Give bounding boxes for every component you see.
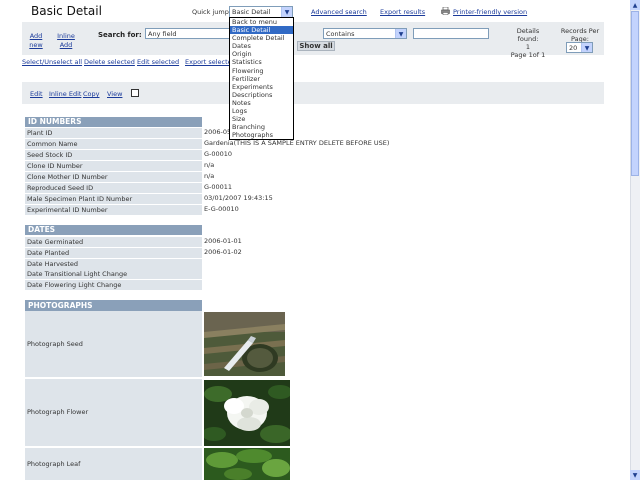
- value-date-planted: 2006-01-02: [204, 248, 242, 256]
- chevron-down-icon[interactable]: ▼: [395, 29, 406, 38]
- dropdown-option[interactable]: Notes: [230, 99, 293, 107]
- quick-jump-value: Basic Detail: [232, 8, 271, 16]
- show-all-button[interactable]: Show all: [297, 41, 335, 51]
- dropdown-option[interactable]: Photographs: [230, 131, 293, 139]
- scroll-up-icon[interactable]: ▲: [630, 0, 640, 10]
- label-date-harvested: Date Harvested: [25, 259, 202, 269]
- value-clone-id: n/a: [204, 161, 215, 169]
- copy-link[interactable]: Copy: [83, 90, 100, 98]
- label-date-flowering: Date Flowering Light Change: [25, 280, 202, 290]
- dropdown-option[interactable]: Size: [230, 115, 293, 123]
- details-found-count: 1: [525, 43, 531, 51]
- label-photograph-seed: Photograph Seed: [25, 311, 202, 377]
- label-seed-stock-id: Seed Stock ID: [25, 150, 202, 160]
- label-clone-id: Clone ID Number: [25, 161, 202, 171]
- label-date-transitional: Date Transitional Light Change: [25, 269, 202, 279]
- leaf-photo[interactable]: [204, 448, 290, 480]
- record-checkbox[interactable]: [131, 89, 139, 97]
- label-clone-mother-id: Clone Mother ID Number: [25, 172, 202, 182]
- inline-add-link[interactable]: Inline Add: [56, 32, 76, 50]
- printer-friendly-link[interactable]: Printer-friendly version: [453, 8, 527, 16]
- label-reproduced-seed-id: Reproduced Seed ID: [25, 183, 202, 193]
- search-input[interactable]: [413, 28, 489, 39]
- label-date-germinated: Date Germinated: [25, 237, 202, 247]
- dropdown-option[interactable]: Branching: [230, 123, 293, 131]
- label-common-name: Common Name: [25, 139, 202, 149]
- label-male-specimen-id: Male Specimen Plant ID Number: [25, 194, 202, 204]
- chevron-down-icon[interactable]: ▼: [581, 43, 592, 52]
- label-photograph-flower: Photograph Flower: [25, 379, 202, 446]
- quick-jump-dropdown[interactable]: Back to menu Basic Detail Complete Detai…: [229, 17, 294, 140]
- delete-selected-link[interactable]: Delete selected: [84, 58, 135, 66]
- page-title: Basic Detail: [31, 4, 102, 18]
- advanced-search-link[interactable]: Advanced search: [311, 8, 367, 16]
- section-header-dates: DATES: [25, 225, 202, 235]
- value-male-specimen-id: 03/01/2007 19:43:15: [204, 194, 273, 202]
- label-date-planted: Date Planted: [25, 248, 202, 258]
- records-per-page-value: 20: [569, 44, 578, 52]
- details-found-info: Details found: 1 Page 1of 1: [506, 27, 550, 59]
- search-operator-value: Contains: [326, 30, 355, 38]
- dropdown-option[interactable]: Dates: [230, 42, 293, 50]
- seed-photo[interactable]: [204, 312, 285, 376]
- dropdown-option[interactable]: Flowering: [230, 67, 293, 75]
- edit-link[interactable]: Edit: [30, 90, 43, 98]
- dropdown-option[interactable]: Complete Detail: [230, 34, 293, 42]
- scroll-down-icon[interactable]: ▼: [630, 470, 640, 480]
- quick-jump-label: Quick jump:: [192, 8, 232, 16]
- dropdown-option[interactable]: Fertilizer: [230, 75, 293, 83]
- inline-edit-link[interactable]: Inline Edit: [49, 90, 81, 98]
- add-new-link[interactable]: Add new: [28, 32, 44, 50]
- value-reproduced-seed-id: G-00011: [204, 183, 233, 191]
- value-clone-mother-id: n/a: [204, 172, 215, 180]
- export-results-link[interactable]: Export results: [380, 8, 425, 16]
- inline-add-line-2: Add: [59, 41, 73, 49]
- flower-photo[interactable]: [204, 380, 290, 446]
- search-for-label: Search for:: [98, 31, 142, 39]
- search-field-value: Any field: [148, 30, 177, 38]
- inline-add-line-1: Inline: [57, 32, 75, 40]
- label-plant-id: Plant ID: [25, 128, 202, 138]
- chevron-down-icon[interactable]: ▼: [281, 7, 292, 17]
- dropdown-option-selected[interactable]: Basic Detail: [230, 26, 293, 35]
- dropdown-option[interactable]: Descriptions: [230, 91, 293, 99]
- value-plant-id: 2006-05: [204, 128, 232, 136]
- add-new-line-1: Add: [29, 32, 43, 40]
- records-per-page-select[interactable]: 20 ▼: [566, 42, 593, 53]
- edit-selected-link[interactable]: Edit selected: [137, 58, 179, 66]
- dropdown-option[interactable]: Experiments: [230, 83, 293, 91]
- records-per-page-label: Records Per Page:: [558, 27, 602, 43]
- scrollbar-thumb[interactable]: [631, 11, 639, 176]
- label-photograph-leaf: Photograph Leaf: [25, 448, 202, 480]
- select-unselect-all-link[interactable]: Select/Unselect all: [22, 58, 82, 66]
- dropdown-option[interactable]: Statistics: [230, 58, 293, 66]
- value-common-name: Gardenia(THIS IS A SAMPLE ENTRY DELETE B…: [204, 139, 390, 147]
- dropdown-option[interactable]: Origin: [230, 50, 293, 58]
- records-per-page-line-1: Records Per: [560, 27, 600, 35]
- section-header-id-numbers: ID NUMBERS: [25, 117, 202, 127]
- page-indicator: Page 1of 1: [510, 51, 546, 59]
- add-new-line-2: new: [29, 41, 43, 49]
- printer-icon[interactable]: [441, 7, 450, 15]
- value-experimental-id: E-G-00010: [204, 205, 239, 213]
- value-date-germinated: 2006-01-01: [204, 237, 242, 245]
- value-seed-stock-id: G-00010: [204, 150, 233, 158]
- search-operator-select[interactable]: Contains ▼: [323, 28, 407, 39]
- section-header-photographs: PHOTOGRAPHS: [25, 300, 202, 311]
- dropdown-option[interactable]: Back to menu: [230, 18, 293, 26]
- view-link[interactable]: View: [107, 90, 122, 98]
- label-experimental-id: Experimental ID Number: [25, 205, 202, 215]
- dropdown-option[interactable]: Logs: [230, 107, 293, 115]
- details-found-label: Details found:: [516, 27, 540, 43]
